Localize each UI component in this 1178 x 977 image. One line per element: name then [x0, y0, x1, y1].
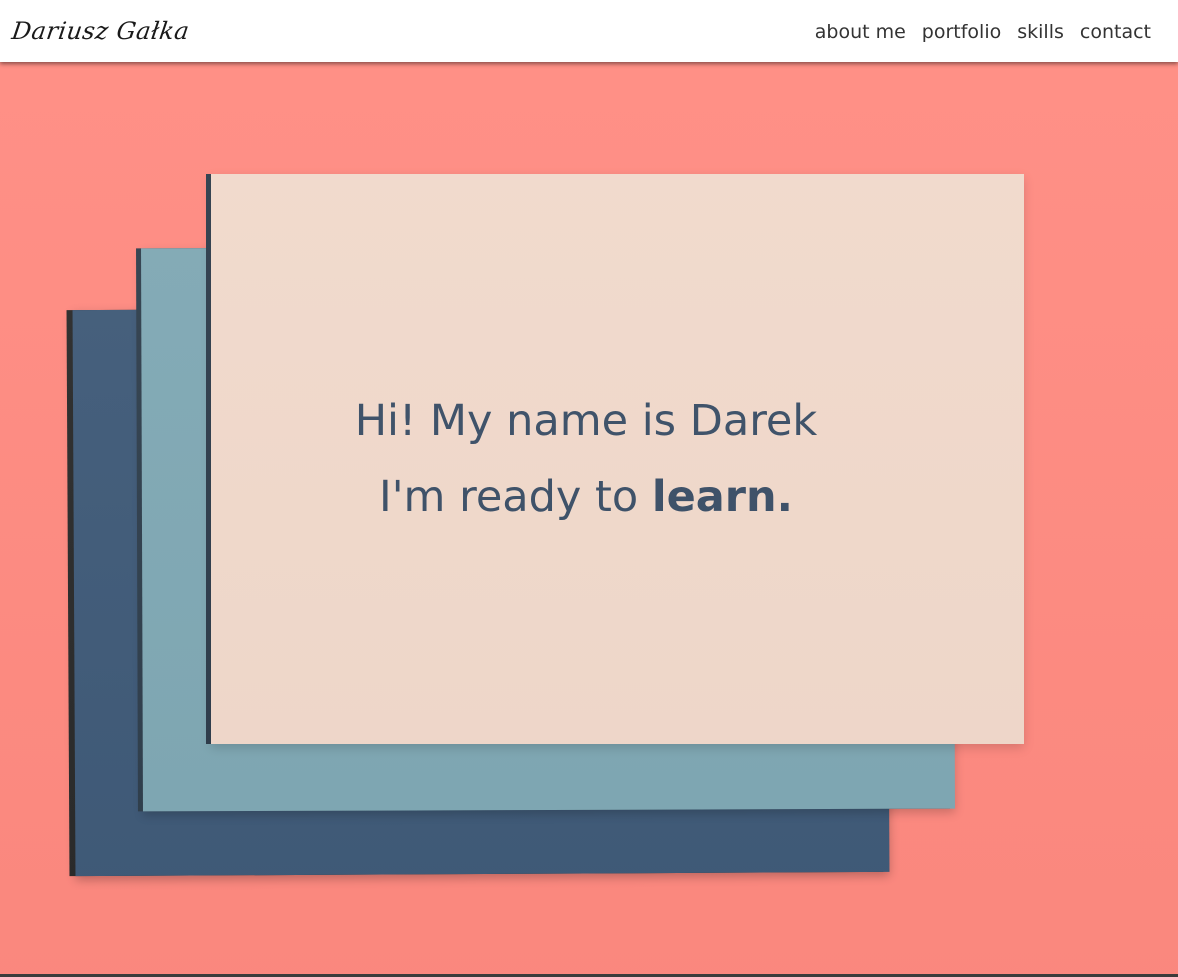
hero-line-name: Hi! My name is Darek	[354, 396, 818, 446]
hero-greeting: Hi! My name is Darek I'm ready to learn.	[211, 174, 961, 744]
nav-links: about me portfolio skills contact	[815, 19, 1151, 45]
nav-link-skills[interactable]: skills	[1017, 21, 1064, 43]
hero-line-tagline: I'm ready to learn.	[379, 459, 793, 535]
hero-section: Hi! My name is Darek I'm ready to learn.	[0, 62, 1178, 974]
navbar: Dariusz Gałka about me portfolio skills …	[0, 0, 1178, 62]
nav-item-about: about me	[815, 19, 906, 45]
hero-tagline-emphasis: learn.	[651, 472, 793, 522]
nav-link-portfolio[interactable]: portfolio	[922, 21, 1001, 43]
nav-item-contact: contact	[1080, 19, 1151, 45]
nav-item-portfolio: portfolio	[922, 19, 1001, 45]
site-logo[interactable]: Dariusz Gałka	[10, 14, 192, 48]
nav-item-skills: skills	[1017, 19, 1064, 45]
nav-link-contact[interactable]: contact	[1080, 21, 1151, 43]
nav-link-about-me[interactable]: about me	[815, 21, 906, 43]
hero-tagline-prefix: I'm ready to	[379, 472, 652, 522]
